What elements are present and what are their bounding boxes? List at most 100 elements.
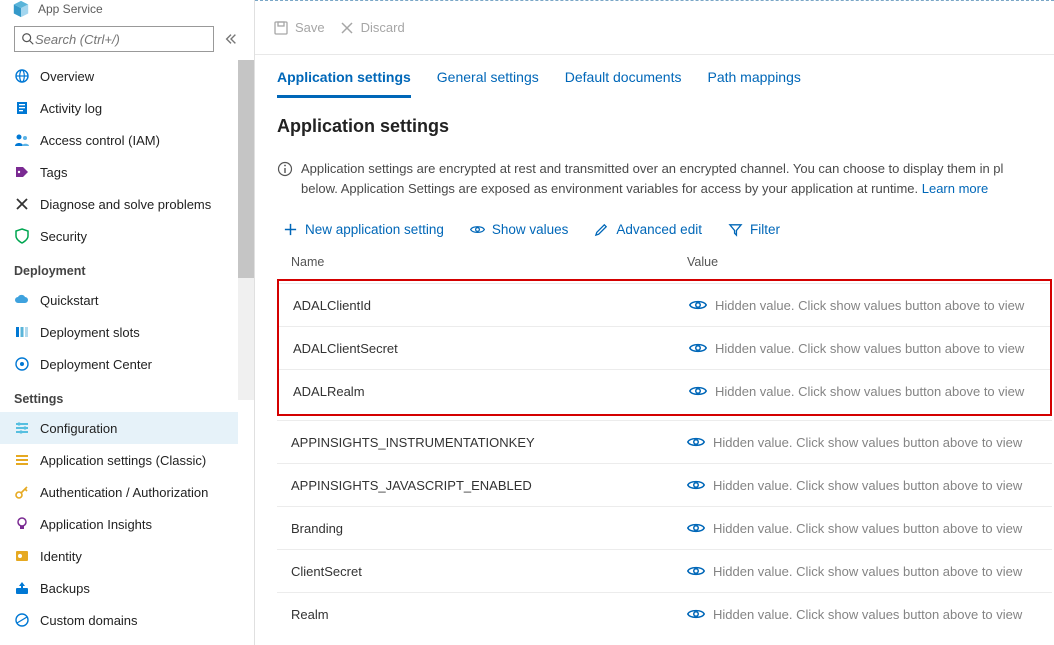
sidebar-item-custom-domains[interactable]: Custom domains	[0, 604, 238, 636]
sidebar-item-label: Access control (IAM)	[40, 133, 160, 148]
info-text-line1: Application settings are encrypted at re…	[301, 161, 1003, 176]
sidebar-item-app-settings-classic[interactable]: Application settings (Classic)	[0, 444, 238, 476]
setting-row[interactable]: BrandingHidden value. Click show values …	[277, 506, 1052, 549]
setting-row[interactable]: ADALClientIdHidden value. Click show val…	[279, 283, 1050, 326]
eye-icon[interactable]	[689, 384, 707, 398]
setting-value-cell: Hidden value. Click show values button a…	[689, 384, 1036, 399]
sidebar-item-label: Deployment slots	[40, 325, 140, 340]
sidebar-scrollbar-thumb[interactable]	[238, 60, 254, 278]
sidebar-item-access-control[interactable]: Access control (IAM)	[0, 124, 238, 156]
sidebar-item-diagnose[interactable]: Diagnose and solve problems	[0, 188, 238, 220]
collapse-sidebar-button[interactable]	[222, 32, 240, 46]
domain-icon	[14, 612, 30, 628]
learn-more-link[interactable]: Learn more	[922, 181, 988, 196]
sidebar-item-tags[interactable]: Tags	[0, 156, 238, 188]
setting-value-cell: Hidden value. Click show values button a…	[687, 435, 1038, 450]
setting-row[interactable]: ADALClientSecretHidden value. Click show…	[279, 326, 1050, 369]
tab-path-mappings[interactable]: Path mappings	[707, 69, 800, 98]
discard-button[interactable]: Discard	[339, 20, 405, 36]
sidebar-item-label: Identity	[40, 549, 82, 564]
eye-icon[interactable]	[687, 521, 705, 535]
sidebar-item-app-insights[interactable]: Application Insights	[0, 508, 238, 540]
setting-row[interactable]: ClientSecretHidden value. Click show val…	[277, 549, 1052, 592]
sidebar-item-overview[interactable]: Overview	[0, 60, 238, 92]
eye-icon[interactable]	[687, 478, 705, 492]
hidden-value-text: Hidden value. Click show values button a…	[713, 478, 1022, 493]
discard-label: Discard	[361, 20, 405, 35]
filter-button[interactable]: Filter	[728, 222, 780, 237]
people-icon	[14, 132, 30, 148]
col-header-value[interactable]: Value	[687, 255, 1038, 269]
setting-value-cell: Hidden value. Click show values button a…	[689, 298, 1036, 313]
sidebar-item-configuration[interactable]: Configuration	[0, 412, 238, 444]
search-icon	[21, 32, 35, 46]
sidebar-item-deployment-center[interactable]: Deployment Center	[0, 348, 238, 380]
save-icon	[273, 20, 289, 36]
sidebar-search[interactable]	[14, 26, 214, 52]
setting-name: APPINSIGHTS_JAVASCRIPT_ENABLED	[291, 478, 687, 493]
plus-icon	[283, 222, 298, 237]
eye-icon[interactable]	[687, 564, 705, 578]
hidden-value-text: Hidden value. Click show values button a…	[713, 607, 1022, 622]
settings-tabs: Application settings General settings Defa…	[277, 69, 1054, 98]
eye-icon[interactable]	[687, 435, 705, 449]
sidebar-item-label: Security	[40, 229, 87, 244]
setting-row[interactable]: ADALRealmHidden value. Click show values…	[279, 369, 1050, 412]
tab-application-settings[interactable]: Application settings	[277, 69, 411, 98]
command-bar: Save Discard	[255, 1, 1054, 55]
setting-name: ADALClientId	[293, 298, 689, 313]
sidebar-scrollbar-track[interactable]	[238, 60, 254, 400]
sidebar-item-backups[interactable]: Backups	[0, 572, 238, 604]
setting-row[interactable]: RealmHidden value. Click show values but…	[277, 592, 1052, 635]
sidebar-item-security[interactable]: Security	[0, 220, 238, 252]
setting-name: APPINSIGHTS_INSTRUMENTATIONKEY	[291, 435, 687, 450]
sidebar-item-label: Configuration	[40, 421, 117, 436]
setting-value-cell: Hidden value. Click show values button a…	[689, 341, 1036, 356]
setting-name: ADALClientSecret	[293, 341, 689, 356]
tab-default-documents[interactable]: Default documents	[565, 69, 682, 98]
hidden-value-text: Hidden value. Click show values button a…	[713, 435, 1022, 450]
col-header-name[interactable]: Name	[291, 255, 687, 269]
sidebar-item-label: Quickstart	[40, 293, 99, 308]
filter-label: Filter	[750, 222, 780, 237]
show-values-button[interactable]: Show values	[470, 222, 569, 237]
sidebar-item-quickstart[interactable]: Quickstart	[0, 284, 238, 316]
sidebar-item-label: Backups	[40, 581, 90, 596]
sidebar: App Service Overview Activity log Access c…	[0, 0, 255, 645]
key-icon	[14, 484, 30, 500]
new-setting-button[interactable]: New application setting	[283, 222, 444, 237]
pencil-icon	[594, 222, 609, 237]
sidebar-item-label: Application settings (Classic)	[40, 453, 206, 468]
filter-icon	[728, 222, 743, 237]
eye-icon[interactable]	[689, 298, 707, 312]
sidebar-item-label: Application Insights	[40, 517, 152, 532]
app-service-icon	[12, 0, 30, 18]
advanced-edit-button[interactable]: Advanced edit	[594, 222, 702, 237]
sidebar-item-auth[interactable]: Authentication / Authorization	[0, 476, 238, 508]
sidebar-item-label: Deployment Center	[40, 357, 152, 372]
sidebar-item-label: Overview	[40, 69, 94, 84]
sidebar-item-activity-log[interactable]: Activity log	[0, 92, 238, 124]
setting-row[interactable]: APPINSIGHTS_JAVASCRIPT_ENABLED Hidden val…	[277, 463, 1052, 506]
sidebar-item-label: Tags	[40, 165, 67, 180]
setting-value-cell: Hidden value. Click show values button a…	[687, 521, 1038, 536]
slots-icon	[14, 324, 30, 340]
table-header: Name Value	[277, 255, 1052, 279]
advanced-edit-label: Advanced edit	[616, 222, 702, 237]
eye-icon[interactable]	[687, 607, 705, 621]
sidebar-group-header: Deployment	[0, 252, 238, 284]
settings-action-bar: New application setting Show values Adva…	[277, 222, 1054, 237]
sidebar-item-deployment-slots[interactable]: Deployment slots	[0, 316, 238, 348]
shield-icon	[14, 228, 30, 244]
setting-row[interactable]: APPINSIGHTS_INSTRUMENTATIONKEY Hidden val…	[277, 420, 1052, 463]
save-button[interactable]: Save	[273, 20, 325, 36]
tab-general-settings[interactable]: General settings	[437, 69, 539, 98]
setting-value-cell: Hidden value. Click show values button a…	[687, 607, 1038, 622]
sidebar-item-label: Custom domains	[40, 613, 138, 628]
sliders-icon	[14, 420, 30, 436]
sidebar-item-identity[interactable]: Identity	[0, 540, 238, 572]
settings-table: Name Value ADALClientIdHidden value. Cli…	[277, 255, 1054, 635]
search-input[interactable]	[35, 32, 207, 47]
eye-icon[interactable]	[689, 341, 707, 355]
brand-subtitle: App Service	[38, 2, 103, 16]
